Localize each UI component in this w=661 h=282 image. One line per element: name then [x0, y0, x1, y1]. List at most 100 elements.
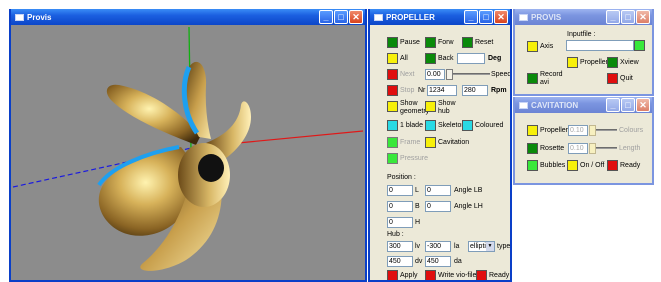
apply-button[interactable]	[387, 270, 398, 280]
hub-da-input[interactable]: 450	[425, 256, 451, 267]
cav-ready-button[interactable]	[607, 160, 618, 171]
bubbles-label: Bubbles	[540, 162, 566, 169]
on-off-button[interactable]	[567, 160, 578, 171]
write-vio-file-label: Write vio-file	[438, 272, 477, 279]
hub-dv-input[interactable]: 450	[387, 256, 413, 267]
maximize-button[interactable]: □	[334, 10, 348, 24]
cavitation-button[interactable]	[425, 137, 436, 148]
rosette-input[interactable]: 0.10	[568, 143, 588, 154]
inputfile-label: Inputfile :	[567, 31, 596, 38]
propeller-button[interactable]	[567, 57, 578, 68]
back-button[interactable]	[425, 53, 436, 64]
show-geometry-button[interactable]	[387, 101, 398, 112]
pause-button[interactable]	[387, 37, 398, 48]
show-hub-button[interactable]	[425, 101, 436, 112]
window-title: CAVITATION	[531, 100, 579, 110]
record-avi-button[interactable]	[527, 73, 538, 84]
maximize-button[interactable]: □	[621, 98, 635, 112]
speed-slider[interactable]	[446, 69, 490, 80]
position-l-input[interactable]: 0	[387, 185, 413, 196]
next-button[interactable]	[387, 69, 398, 80]
rosette-button[interactable]	[527, 143, 538, 154]
ready-label: Ready	[489, 272, 510, 279]
length-slider[interactable]	[589, 143, 617, 154]
write-vio-file-button[interactable]	[425, 270, 436, 280]
position-b-label: B	[415, 203, 420, 210]
minimize-button[interactable]: _	[319, 10, 333, 24]
rosette-label: Rosette	[540, 145, 565, 152]
rpm-unit: Rpm	[491, 87, 507, 94]
close-button[interactable]: ✕	[349, 10, 363, 24]
close-button[interactable]: ✕	[636, 10, 650, 24]
hub-dv-label: dv	[415, 258, 423, 265]
window-title: PROVIS	[531, 12, 562, 22]
xview-label: Xview	[620, 59, 639, 66]
inputfile-field[interactable]	[566, 40, 634, 51]
close-button[interactable]: ✕	[636, 98, 650, 112]
cav-propeller-button[interactable]	[527, 125, 538, 136]
hub-lv-input[interactable]: 300	[387, 241, 413, 252]
position-b-input[interactable]: 0	[387, 201, 413, 212]
stop-button[interactable]	[387, 85, 398, 96]
app-icon	[519, 101, 528, 109]
speed-input[interactable]: 0.00	[425, 69, 445, 80]
provis-control-titlebar[interactable]: PROVIS _ □ ✕	[515, 9, 652, 25]
cavitation-window: CAVITATION _ □ ✕ Propeller 0.10 Colours …	[513, 97, 654, 185]
angle-lh-label: Angle LH	[454, 203, 483, 210]
record-avi-label: Record avi	[540, 71, 563, 86]
all-button[interactable]	[387, 53, 398, 64]
colours-slider-thumb[interactable]	[589, 125, 596, 136]
forw-label: Forw	[438, 39, 454, 46]
xview-button[interactable]	[607, 57, 618, 68]
show-geometry-label: Show geometry	[400, 100, 430, 115]
propeller-titlebar[interactable]: PROPELLER _ □ ✕	[370, 9, 510, 25]
length-slider-thumb[interactable]	[589, 143, 596, 154]
bubbles-button[interactable]	[527, 160, 538, 171]
provis-titlebar[interactable]: Provis _ □ ✕	[11, 9, 365, 25]
maximize-button[interactable]: □	[479, 10, 493, 24]
propeller-3d-view[interactable]	[11, 25, 365, 280]
minimize-button[interactable]: _	[464, 10, 478, 24]
deg-input[interactable]	[457, 53, 485, 64]
hub-type-select[interactable]: ellipti ▼	[468, 241, 495, 252]
cav-propeller-label: Propeller	[540, 127, 569, 134]
propeller-label: Propeller	[580, 59, 609, 66]
axis-button[interactable]	[527, 41, 538, 52]
position-h-input[interactable]: 0	[387, 217, 413, 228]
minimize-button[interactable]: _	[606, 10, 620, 24]
app-icon	[374, 13, 383, 21]
rpm-input[interactable]: 280	[462, 85, 488, 96]
nr-input[interactable]: 1234	[427, 85, 457, 96]
ready-button[interactable]	[476, 270, 487, 280]
maximize-button[interactable]: □	[621, 10, 635, 24]
angle-lb-input[interactable]: 0	[425, 185, 451, 196]
provis-viewport-window: Provis _ □ ✕	[9, 9, 367, 282]
dropdown-arrow-icon[interactable]: ▼	[486, 242, 494, 251]
app-icon	[15, 13, 24, 21]
speed-slider-thumb[interactable]	[446, 69, 453, 80]
forw-button[interactable]	[425, 37, 436, 48]
frame-button[interactable]	[387, 137, 398, 148]
speed-label: Speed	[491, 71, 512, 78]
one-blade-label: 1 blade	[400, 122, 423, 129]
pressure-button[interactable]	[387, 153, 398, 164]
quit-button[interactable]	[607, 73, 618, 84]
hub-la-label: la	[454, 243, 460, 250]
inputfile-browse-button[interactable]	[634, 40, 645, 51]
one-blade-button[interactable]	[387, 120, 398, 131]
angle-lb-label: Angle LB	[454, 187, 483, 194]
cav-propeller-input[interactable]: 0.10	[568, 125, 588, 136]
skeleton-button[interactable]	[425, 120, 436, 131]
colours-slider[interactable]	[589, 125, 617, 136]
minimize-button[interactable]: _	[606, 98, 620, 112]
close-button[interactable]: ✕	[494, 10, 508, 24]
cavitation-titlebar[interactable]: CAVITATION _ □ ✕	[515, 97, 652, 113]
pause-label: Pause	[400, 39, 420, 46]
coloured-button[interactable]	[462, 120, 473, 131]
provis-control-window: PROVIS _ □ ✕ Inputfile : Axis Propeller …	[513, 9, 654, 96]
reset-button[interactable]	[462, 37, 473, 48]
angle-lh-input[interactable]: 0	[425, 201, 451, 212]
show-hub-label: Show hub	[438, 100, 456, 115]
hub-la-input[interactable]: -300	[425, 241, 451, 252]
all-label: All	[400, 55, 408, 62]
